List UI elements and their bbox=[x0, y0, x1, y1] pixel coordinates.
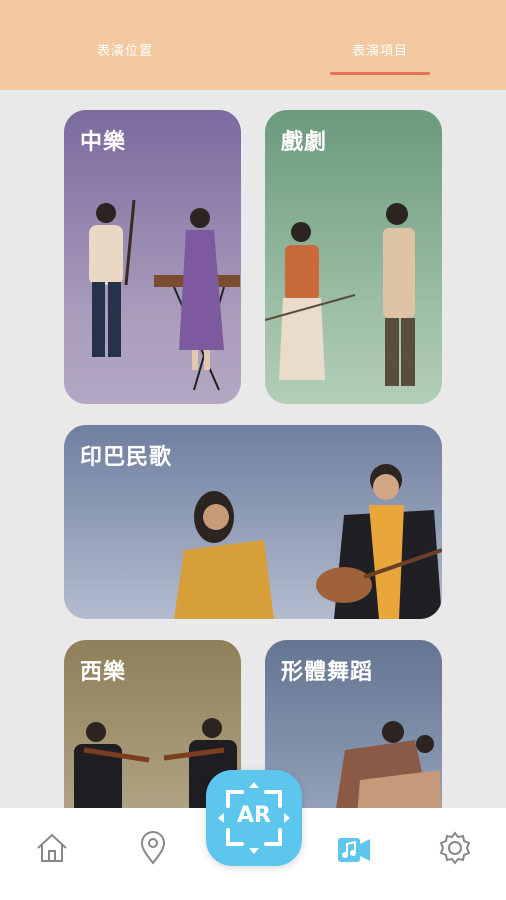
active-tab-indicator bbox=[330, 72, 430, 75]
map-pin-icon[interactable] bbox=[133, 828, 173, 868]
ar-camera-button[interactable]: AR bbox=[206, 770, 302, 866]
home-icon[interactable] bbox=[32, 828, 72, 868]
tab-performance-items[interactable]: 表演項目 bbox=[330, 40, 430, 60]
performers-image bbox=[174, 464, 442, 619]
category-card-drama[interactable]: 戲劇 bbox=[265, 110, 442, 404]
music-video-icon[interactable] bbox=[334, 828, 374, 868]
category-card-chinese-music[interactable]: 中樂 bbox=[64, 110, 241, 404]
category-card-indo-pak-folk[interactable]: 印巴民歌 bbox=[64, 425, 442, 619]
ar-label: AR bbox=[237, 803, 271, 828]
performers-image bbox=[89, 199, 240, 391]
performers-image bbox=[265, 203, 415, 386]
tab-performance-location[interactable]: 表演位置 bbox=[70, 40, 180, 60]
top-tab-bar: 表演位置 表演項目 bbox=[0, 0, 506, 90]
gear-icon[interactable] bbox=[435, 828, 475, 868]
